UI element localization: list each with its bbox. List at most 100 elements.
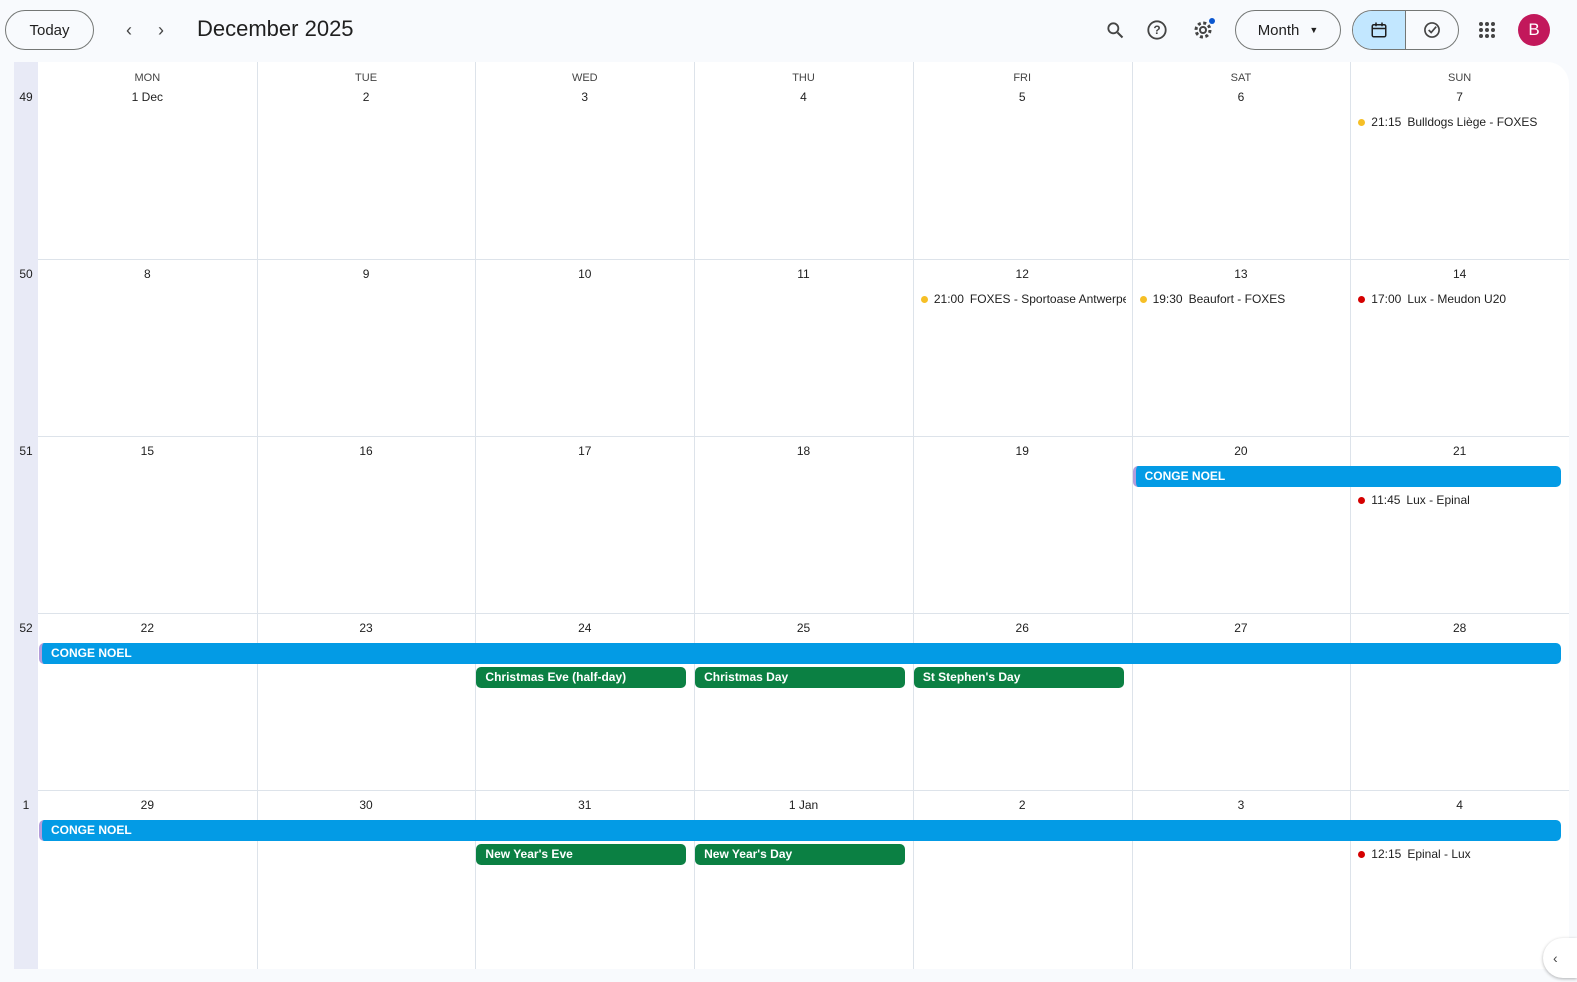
timed-event[interactable]: 21:00 FOXES - Sportoase Antwerpen: [920, 290, 1126, 308]
timed-event[interactable]: 17:00 Lux - Meudon U20: [1358, 290, 1563, 308]
day-number[interactable]: 25: [694, 621, 913, 635]
week-number[interactable]: 1: [14, 798, 38, 812]
day-number[interactable]: 9: [257, 267, 476, 281]
day-number[interactable]: 18: [694, 444, 913, 458]
day-number[interactable]: 4: [1350, 798, 1569, 812]
svg-text:?: ?: [1153, 23, 1160, 37]
event-color-dot-icon: [1139, 295, 1147, 303]
all-day-event[interactable]: CONGE NOEL: [1132, 466, 1561, 487]
day-number[interactable]: 29: [38, 798, 257, 812]
view-selector-dropdown[interactable]: Month ▼: [1235, 10, 1341, 50]
all-day-event[interactable]: Christmas Day: [695, 667, 905, 688]
day-number[interactable]: 23: [257, 621, 476, 635]
all-day-event[interactable]: CONGE NOEL: [39, 643, 1561, 664]
day-number[interactable]: 3: [1132, 798, 1351, 812]
day-number[interactable]: 26: [913, 621, 1132, 635]
timed-event[interactable]: 11:45 Lux - Epinal: [1358, 491, 1563, 509]
day-of-week-header: THU: [792, 72, 815, 84]
day-number[interactable]: 20: [1132, 444, 1351, 458]
day-number[interactable]: 16: [257, 444, 476, 458]
day-number[interactable]: 14: [1350, 267, 1569, 281]
day-number[interactable]: 30: [257, 798, 476, 812]
day-number[interactable]: 2: [913, 798, 1132, 812]
top-bar: Today ‹ › December 2025 ? Month ▼ B: [0, 0, 1577, 60]
event-color-dot-icon: [1358, 118, 1366, 126]
day-of-week-header: FRI: [1013, 72, 1032, 84]
week-number[interactable]: 49: [14, 90, 38, 104]
day-number[interactable]: 1 Jan: [694, 798, 913, 812]
all-day-event[interactable]: New Year's Eve: [476, 844, 687, 865]
event-time: 12:15: [1371, 847, 1402, 861]
today-button[interactable]: Today: [5, 10, 94, 50]
apps-grid-icon[interactable]: [1473, 16, 1501, 44]
day-number[interactable]: 31: [475, 798, 694, 812]
day-number[interactable]: 24: [475, 621, 694, 635]
day-number[interactable]: 6: [1132, 90, 1351, 104]
day-number[interactable]: 5: [913, 90, 1132, 104]
all-day-event[interactable]: Christmas Eve (half-day): [476, 667, 687, 688]
day-number[interactable]: 11: [694, 267, 913, 281]
event-title: FOXES - Sportoase Antwerpen: [969, 292, 1126, 306]
calendar-icon: [1371, 22, 1387, 38]
day-number[interactable]: 28: [1350, 621, 1569, 635]
event-color-dot-icon: [1358, 496, 1366, 504]
day-number[interactable]: 3: [475, 90, 694, 104]
week-number[interactable]: 50: [14, 267, 38, 281]
timed-event[interactable]: 19:30 Beaufort - FOXES: [1139, 290, 1345, 308]
event-color-dot-icon: [1358, 850, 1366, 858]
all-day-event[interactable]: St Stephen's Day: [913, 667, 1124, 688]
view-label: Month: [1257, 21, 1300, 39]
day-number[interactable]: 2: [257, 90, 476, 104]
side-panel-toggle[interactable]: ‹: [1543, 938, 1577, 978]
day-number[interactable]: 4: [694, 90, 913, 104]
all-day-event[interactable]: New Year's Day: [695, 844, 905, 865]
month-grid: MON TUE WED THU FRI SAT SUN 49 1 Dec 2 3 4 5 6 7 21:15 B…: [14, 62, 1569, 969]
day-of-week-header: WED: [571, 72, 598, 84]
week-number[interactable]: 51: [14, 444, 38, 458]
day-number[interactable]: 17: [475, 444, 694, 458]
event-title: Lux - Meudon U20: [1407, 292, 1507, 306]
row-divider: [38, 790, 1569, 791]
day-number[interactable]: 13: [1132, 267, 1351, 281]
help-icon[interactable]: ?: [1143, 16, 1171, 44]
day-number[interactable]: 1 Dec: [38, 90, 257, 104]
calendar-tasks-toggle: [1352, 10, 1459, 50]
chevron-right-icon: ›: [158, 19, 164, 40]
day-number[interactable]: 21: [1350, 444, 1569, 458]
event-time: 19:30: [1152, 292, 1183, 306]
caret-down-icon: ▼: [1309, 25, 1319, 35]
previous-month-button[interactable]: ‹: [115, 16, 143, 44]
day-number[interactable]: 7: [1350, 90, 1569, 104]
event-title: Beaufort - FOXES: [1188, 292, 1286, 306]
event-color-dot-icon: [1358, 295, 1366, 303]
day-number[interactable]: 19: [913, 444, 1132, 458]
calendar-view-button[interactable]: [1353, 11, 1406, 49]
event-time: 17:00: [1371, 292, 1402, 306]
day-number[interactable]: 12: [913, 267, 1132, 281]
day-number[interactable]: 10: [475, 267, 694, 281]
day-of-week-header: TUE: [355, 72, 378, 84]
row-divider: [38, 436, 1569, 437]
avatar[interactable]: B: [1518, 14, 1550, 46]
week-number[interactable]: 52: [14, 621, 38, 635]
day-of-week-header: SAT: [1230, 72, 1252, 84]
day-number[interactable]: 15: [38, 444, 257, 458]
event-color-dot-icon: [920, 295, 928, 303]
all-day-event[interactable]: CONGE NOEL: [39, 820, 1561, 841]
chevron-left-icon: ‹: [1553, 950, 1558, 966]
week-number-column: [14, 62, 38, 969]
chevron-left-icon: ‹: [126, 19, 132, 40]
day-number[interactable]: 8: [38, 267, 257, 281]
day-of-week-header: MON: [134, 72, 161, 84]
event-title: Epinal - Lux: [1407, 847, 1471, 861]
settings-gear-icon[interactable]: [1189, 16, 1217, 44]
day-number[interactable]: 27: [1132, 621, 1351, 635]
timed-event[interactable]: 12:15 Epinal - Lux: [1358, 845, 1563, 863]
day-number[interactable]: 22: [38, 621, 257, 635]
search-icon[interactable]: [1101, 16, 1129, 44]
row-divider: [38, 613, 1569, 614]
tasks-view-button[interactable]: [1406, 11, 1458, 49]
timed-event[interactable]: 21:15 Bulldogs Liège - FOXES: [1358, 113, 1563, 131]
event-time: 11:45: [1371, 493, 1401, 507]
next-month-button[interactable]: ›: [147, 16, 175, 44]
